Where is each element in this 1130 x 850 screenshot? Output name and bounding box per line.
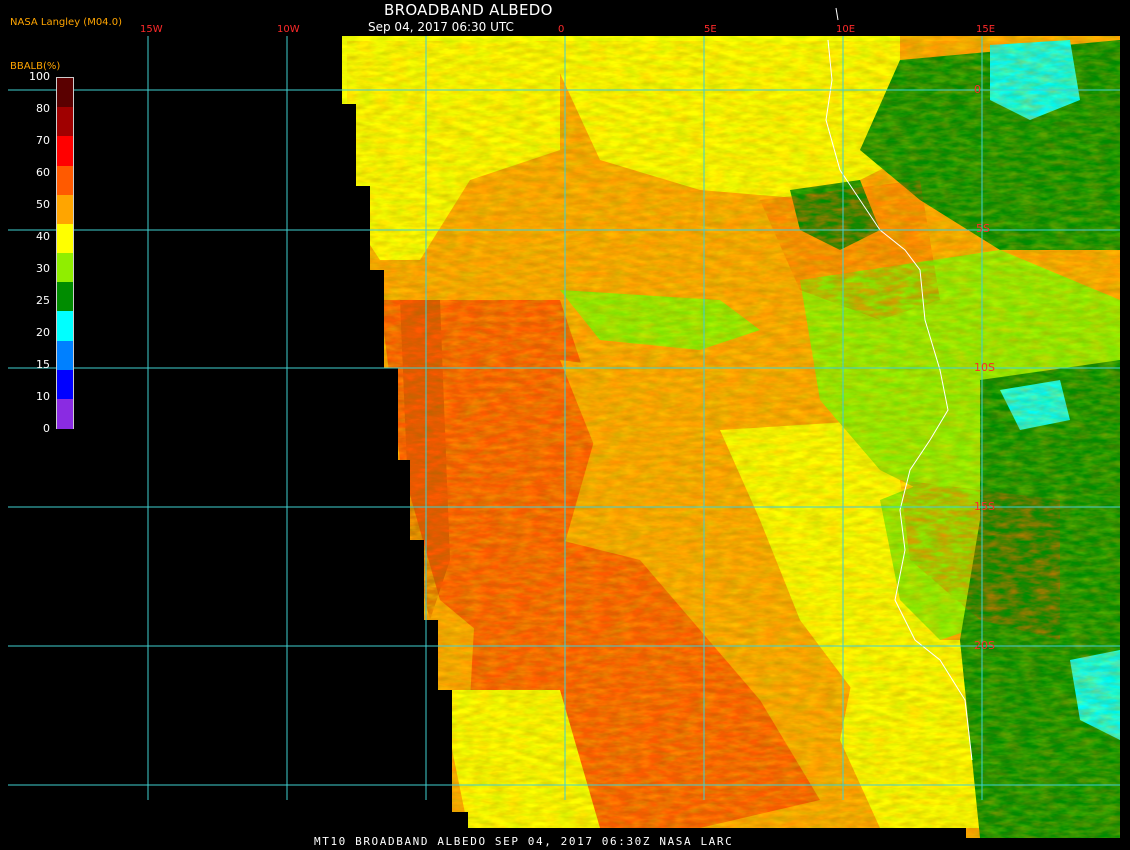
- lon-label-15w: 15W: [140, 24, 163, 35]
- color-scale-tick-label: 0: [43, 422, 50, 435]
- satellite-swath: [342, 36, 1120, 838]
- lon-label-10e: 10E: [836, 24, 856, 35]
- color-scale-segment: [57, 282, 73, 313]
- color-scale-tick-label: 100: [29, 70, 50, 83]
- color-scale-segment: [57, 369, 73, 400]
- color-scale-segment: [57, 165, 73, 196]
- map-timestamp: Sep 04, 2017 06:30 UTC: [368, 20, 514, 34]
- lon-label-0: 0: [558, 24, 565, 35]
- color-scale-segment: [57, 340, 73, 371]
- color-scale-bar: [56, 77, 74, 429]
- color-scale-segment: [57, 223, 73, 254]
- color-scale-tick-label: 10: [36, 390, 50, 403]
- lat-label-0: 0: [974, 83, 981, 96]
- color-scale-tick-label: 25: [36, 294, 50, 307]
- producer-label: NASA Langley (M04.0): [10, 17, 122, 28]
- albedo-map-screen: BROADBAND ALBEDO Sep 04, 2017 06:30 UTC …: [0, 0, 1130, 850]
- albedo-map: [8, 7, 1120, 838]
- boundary-fragment: [835, 7, 839, 21]
- color-scale-segment: [57, 311, 73, 342]
- color-scale-tick-label: 15: [36, 358, 50, 371]
- color-scale-tick-label: 30: [36, 262, 50, 275]
- color-scale-segment: [57, 107, 73, 138]
- color-scale-segment: [57, 136, 73, 167]
- lat-label-15s: 15S: [974, 500, 995, 513]
- texture-green: [342, 36, 1120, 838]
- color-scale-tick-label: 40: [36, 230, 50, 243]
- lat-label-20s: 20S: [974, 639, 995, 652]
- lat-label-5s: 5S: [976, 222, 990, 235]
- color-scale-segment: [57, 78, 73, 108]
- lon-label-5e: 5E: [704, 24, 717, 35]
- color-scale-tick-label: 60: [36, 166, 50, 179]
- lat-label-10s: 10S: [974, 361, 995, 374]
- color-scale-segment: [57, 253, 73, 283]
- map-title: BROADBAND ALBEDO: [384, 1, 553, 19]
- color-scale-segment: [57, 398, 73, 429]
- footer-caption: MT10 BROADBAND ALBEDO SEP 04, 2017 06:30…: [314, 835, 734, 848]
- color-scale-tick-label: 70: [36, 134, 50, 147]
- lon-label-15e: 15E: [976, 24, 996, 35]
- color-scale-segment: [57, 194, 73, 225]
- lon-label-10w: 10W: [277, 24, 300, 35]
- color-scale-tick-label: 20: [36, 326, 50, 339]
- color-scale-tick-label: 50: [36, 198, 50, 211]
- color-scale-tick-label: 80: [36, 102, 50, 115]
